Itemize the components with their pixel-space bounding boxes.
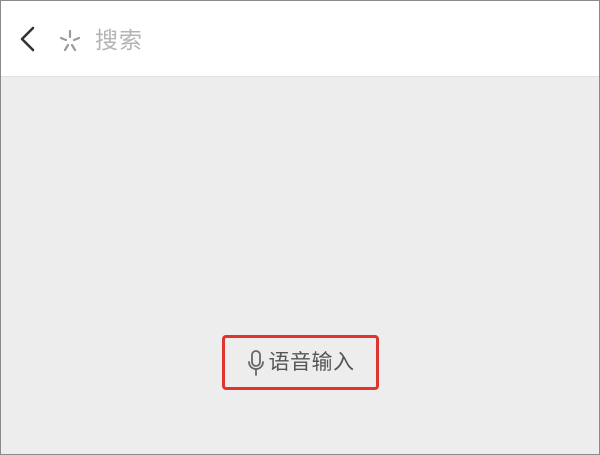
back-button[interactable] [15,25,43,53]
microphone-icon [247,349,265,377]
app-frame: 搜索 语音输入 [0,0,600,455]
sparkle-icon [57,28,83,54]
search-header: 搜索 [1,1,599,77]
search-input[interactable]: 搜索 [57,21,577,61]
voice-input-label: 语音输入 [268,350,355,374]
search-placeholder: 搜索 [95,27,143,54]
chevron-left-icon [20,26,35,52]
voice-input-button[interactable]: 语音输入 [222,335,379,390]
